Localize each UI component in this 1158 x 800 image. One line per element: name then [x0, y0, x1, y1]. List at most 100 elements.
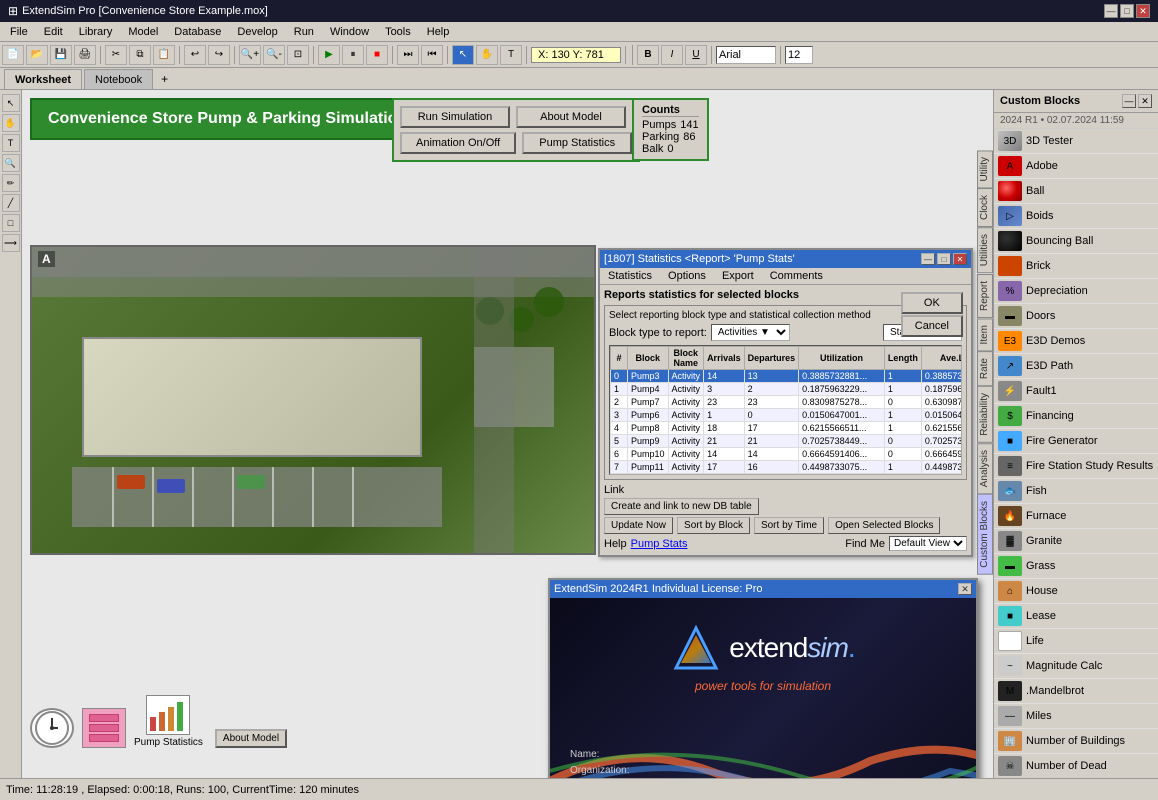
left-tool-line[interactable]: ╱: [2, 194, 20, 212]
sidebar-item-num-buildings[interactable]: 🏢Number of Buildings: [994, 729, 1158, 754]
sort-by-block-button[interactable]: Sort by Block: [677, 517, 750, 534]
table-row[interactable]: 0Pump3Activity14130.3885732881...10.3885…: [611, 370, 963, 383]
paste-button[interactable]: 📋: [153, 45, 175, 65]
menu-model[interactable]: Model: [120, 24, 166, 40]
italic-button[interactable]: I: [661, 45, 683, 65]
reset-button[interactable]: ⏮: [421, 45, 443, 65]
table-row[interactable]: 6Pump10Activity14140.6664591406...00.666…: [611, 448, 963, 461]
sidebar-item-grass[interactable]: ▬Grass: [994, 554, 1158, 579]
left-tool-arrow[interactable]: ↖: [2, 94, 20, 112]
menu-help[interactable]: Help: [419, 24, 458, 40]
close-button[interactable]: ✕: [1136, 4, 1150, 18]
left-tool-zoom[interactable]: 🔍: [2, 154, 20, 172]
left-tool-text[interactable]: T: [2, 134, 20, 152]
sidebar-item-magnitude[interactable]: ~Magnitude Calc: [994, 654, 1158, 679]
sidebar-item-doors[interactable]: ▬Doors: [994, 304, 1158, 329]
stats-close-button[interactable]: ✕: [953, 253, 967, 265]
sidebar-item-ball[interactable]: Ball: [994, 179, 1158, 204]
update-now-button[interactable]: Update Now: [604, 517, 673, 534]
font-size-input[interactable]: [785, 46, 813, 64]
tab-worksheet[interactable]: Worksheet: [4, 69, 82, 89]
pause-button[interactable]: ⏸: [342, 45, 364, 65]
sidebar-item-num-dead[interactable]: ☠Number of Dead: [994, 754, 1158, 778]
left-tool-rect[interactable]: □: [2, 214, 20, 232]
run-simulation-button[interactable]: Run Simulation: [400, 106, 510, 128]
undo-button[interactable]: ↩: [184, 45, 206, 65]
animation-button[interactable]: Animation On/Off: [400, 132, 516, 154]
tab-add-button[interactable]: +: [155, 69, 174, 89]
pump-stats-button[interactable]: Pump Statistics: [522, 132, 632, 154]
sort-by-time-button[interactable]: Sort by Time: [754, 517, 824, 534]
new-button[interactable]: 📄: [2, 45, 24, 65]
sidebar-item-fire-generator[interactable]: ■Fire Generator: [994, 429, 1158, 454]
stop-button[interactable]: ■: [366, 45, 388, 65]
sidebar-list[interactable]: 3D3D TesterAAdobeBall▷BoidsBouncing Ball…: [994, 129, 1158, 778]
sidebar-item-brick[interactable]: Brick: [994, 254, 1158, 279]
sidebar-item-furnace[interactable]: 🔥Furnace: [994, 504, 1158, 529]
zoom-out-button[interactable]: 🔍-: [263, 45, 285, 65]
left-tool-draw[interactable]: ✏: [2, 174, 20, 192]
sidebar-item-mandelbrot[interactable]: M.Mandelbrot: [994, 679, 1158, 704]
stats-view-select[interactable]: Default View: [889, 536, 967, 551]
select-button[interactable]: ↖: [452, 45, 474, 65]
stats-menu-options[interactable]: Options: [660, 268, 714, 284]
splash-close-button[interactable]: ✕: [958, 583, 972, 595]
sidebar-item-3d-tester[interactable]: 3D3D Tester: [994, 129, 1158, 154]
stats-cancel-button[interactable]: Cancel: [901, 315, 963, 337]
table-row[interactable]: 7Pump11Activity17160.4498733075...10.449…: [611, 461, 963, 474]
copy-button[interactable]: ⧉: [129, 45, 151, 65]
edge-tab-item[interactable]: Item: [977, 318, 993, 351]
sidebar-item-financing[interactable]: $Financing: [994, 404, 1158, 429]
menu-file[interactable]: File: [2, 24, 36, 40]
block-type-select[interactable]: Activities ▼: [711, 324, 790, 341]
sidebar-item-life[interactable]: Life: [994, 629, 1158, 654]
minimize-button[interactable]: —: [1104, 4, 1118, 18]
sidebar-item-depreciation[interactable]: %Depreciation: [994, 279, 1158, 304]
table-row[interactable]: 1Pump4Activity320.1875963229...10.187596…: [611, 383, 963, 396]
sidebar-item-adobe[interactable]: AAdobe: [994, 154, 1158, 179]
stats-ok-button[interactable]: OK: [901, 292, 963, 314]
table-row[interactable]: 3Pump6Activity100.0150647001...10.015064…: [611, 409, 963, 422]
sidebar-item-fish[interactable]: 🐟Fish: [994, 479, 1158, 504]
table-row[interactable]: 5Pump9Activity21210.7025738449...00.7025…: [611, 435, 963, 448]
open-selected-button[interactable]: Open Selected Blocks: [828, 517, 940, 534]
sidebar-item-granite[interactable]: ▓Granite: [994, 529, 1158, 554]
edge-tab-analysis[interactable]: Analysis: [977, 443, 993, 494]
create-link-button[interactable]: Create and link to new DB table: [604, 498, 759, 515]
menu-library[interactable]: Library: [71, 24, 121, 40]
menu-database[interactable]: Database: [166, 24, 229, 40]
sidebar-item-bouncing-ball[interactable]: Bouncing Ball: [994, 229, 1158, 254]
redo-button[interactable]: ↪: [208, 45, 230, 65]
rsb-close-button[interactable]: ✕: [1138, 94, 1152, 108]
stats-menu-statistics[interactable]: Statistics: [600, 268, 660, 284]
hand-button[interactable]: ✋: [476, 45, 498, 65]
stats-menu-export[interactable]: Export: [714, 268, 762, 284]
menu-tools[interactable]: Tools: [377, 24, 419, 40]
sidebar-item-lease[interactable]: ■Lease: [994, 604, 1158, 629]
edge-tab-report[interactable]: Report: [977, 274, 993, 318]
sidebar-item-e3d-demos[interactable]: E3E3D Demos: [994, 329, 1158, 354]
table-row[interactable]: 2Pump7Activity23230.8309875278...00.6309…: [611, 396, 963, 409]
sidebar-item-miles[interactable]: —Miles: [994, 704, 1158, 729]
menu-edit[interactable]: Edit: [36, 24, 71, 40]
step-button[interactable]: ⏭: [397, 45, 419, 65]
sidebar-item-house[interactable]: ⌂House: [994, 579, 1158, 604]
stats-minimize-button[interactable]: —: [921, 253, 935, 265]
sidebar-item-boids[interactable]: ▷Boids: [994, 204, 1158, 229]
about-model-button[interactable]: About Model: [516, 106, 626, 128]
edge-tab-utility[interactable]: Utility: [977, 150, 993, 188]
sidebar-item-fault1[interactable]: ⚡Fault1: [994, 379, 1158, 404]
sidebar-item-fire-station[interactable]: ≡Fire Station Study Results: [994, 454, 1158, 479]
edge-tab-rate[interactable]: Rate: [977, 351, 993, 386]
maximize-button[interactable]: □: [1120, 4, 1134, 18]
text-button[interactable]: T: [500, 45, 522, 65]
open-button[interactable]: 📂: [26, 45, 48, 65]
table-row[interactable]: 4Pump8Activity18170.6215566511...10.6215…: [611, 422, 963, 435]
table-row[interactable]: 8Pump12Activity14130.4045557425...10.404…: [611, 474, 963, 476]
stats-table-container[interactable]: # Block Block Name Arrivals Departures U…: [609, 345, 962, 475]
save-button[interactable]: 💾: [50, 45, 72, 65]
zoom-fit-button[interactable]: ⊡: [287, 45, 309, 65]
menu-develop[interactable]: Develop: [229, 24, 285, 40]
menu-run[interactable]: Run: [286, 24, 322, 40]
run-button[interactable]: ▶: [318, 45, 340, 65]
